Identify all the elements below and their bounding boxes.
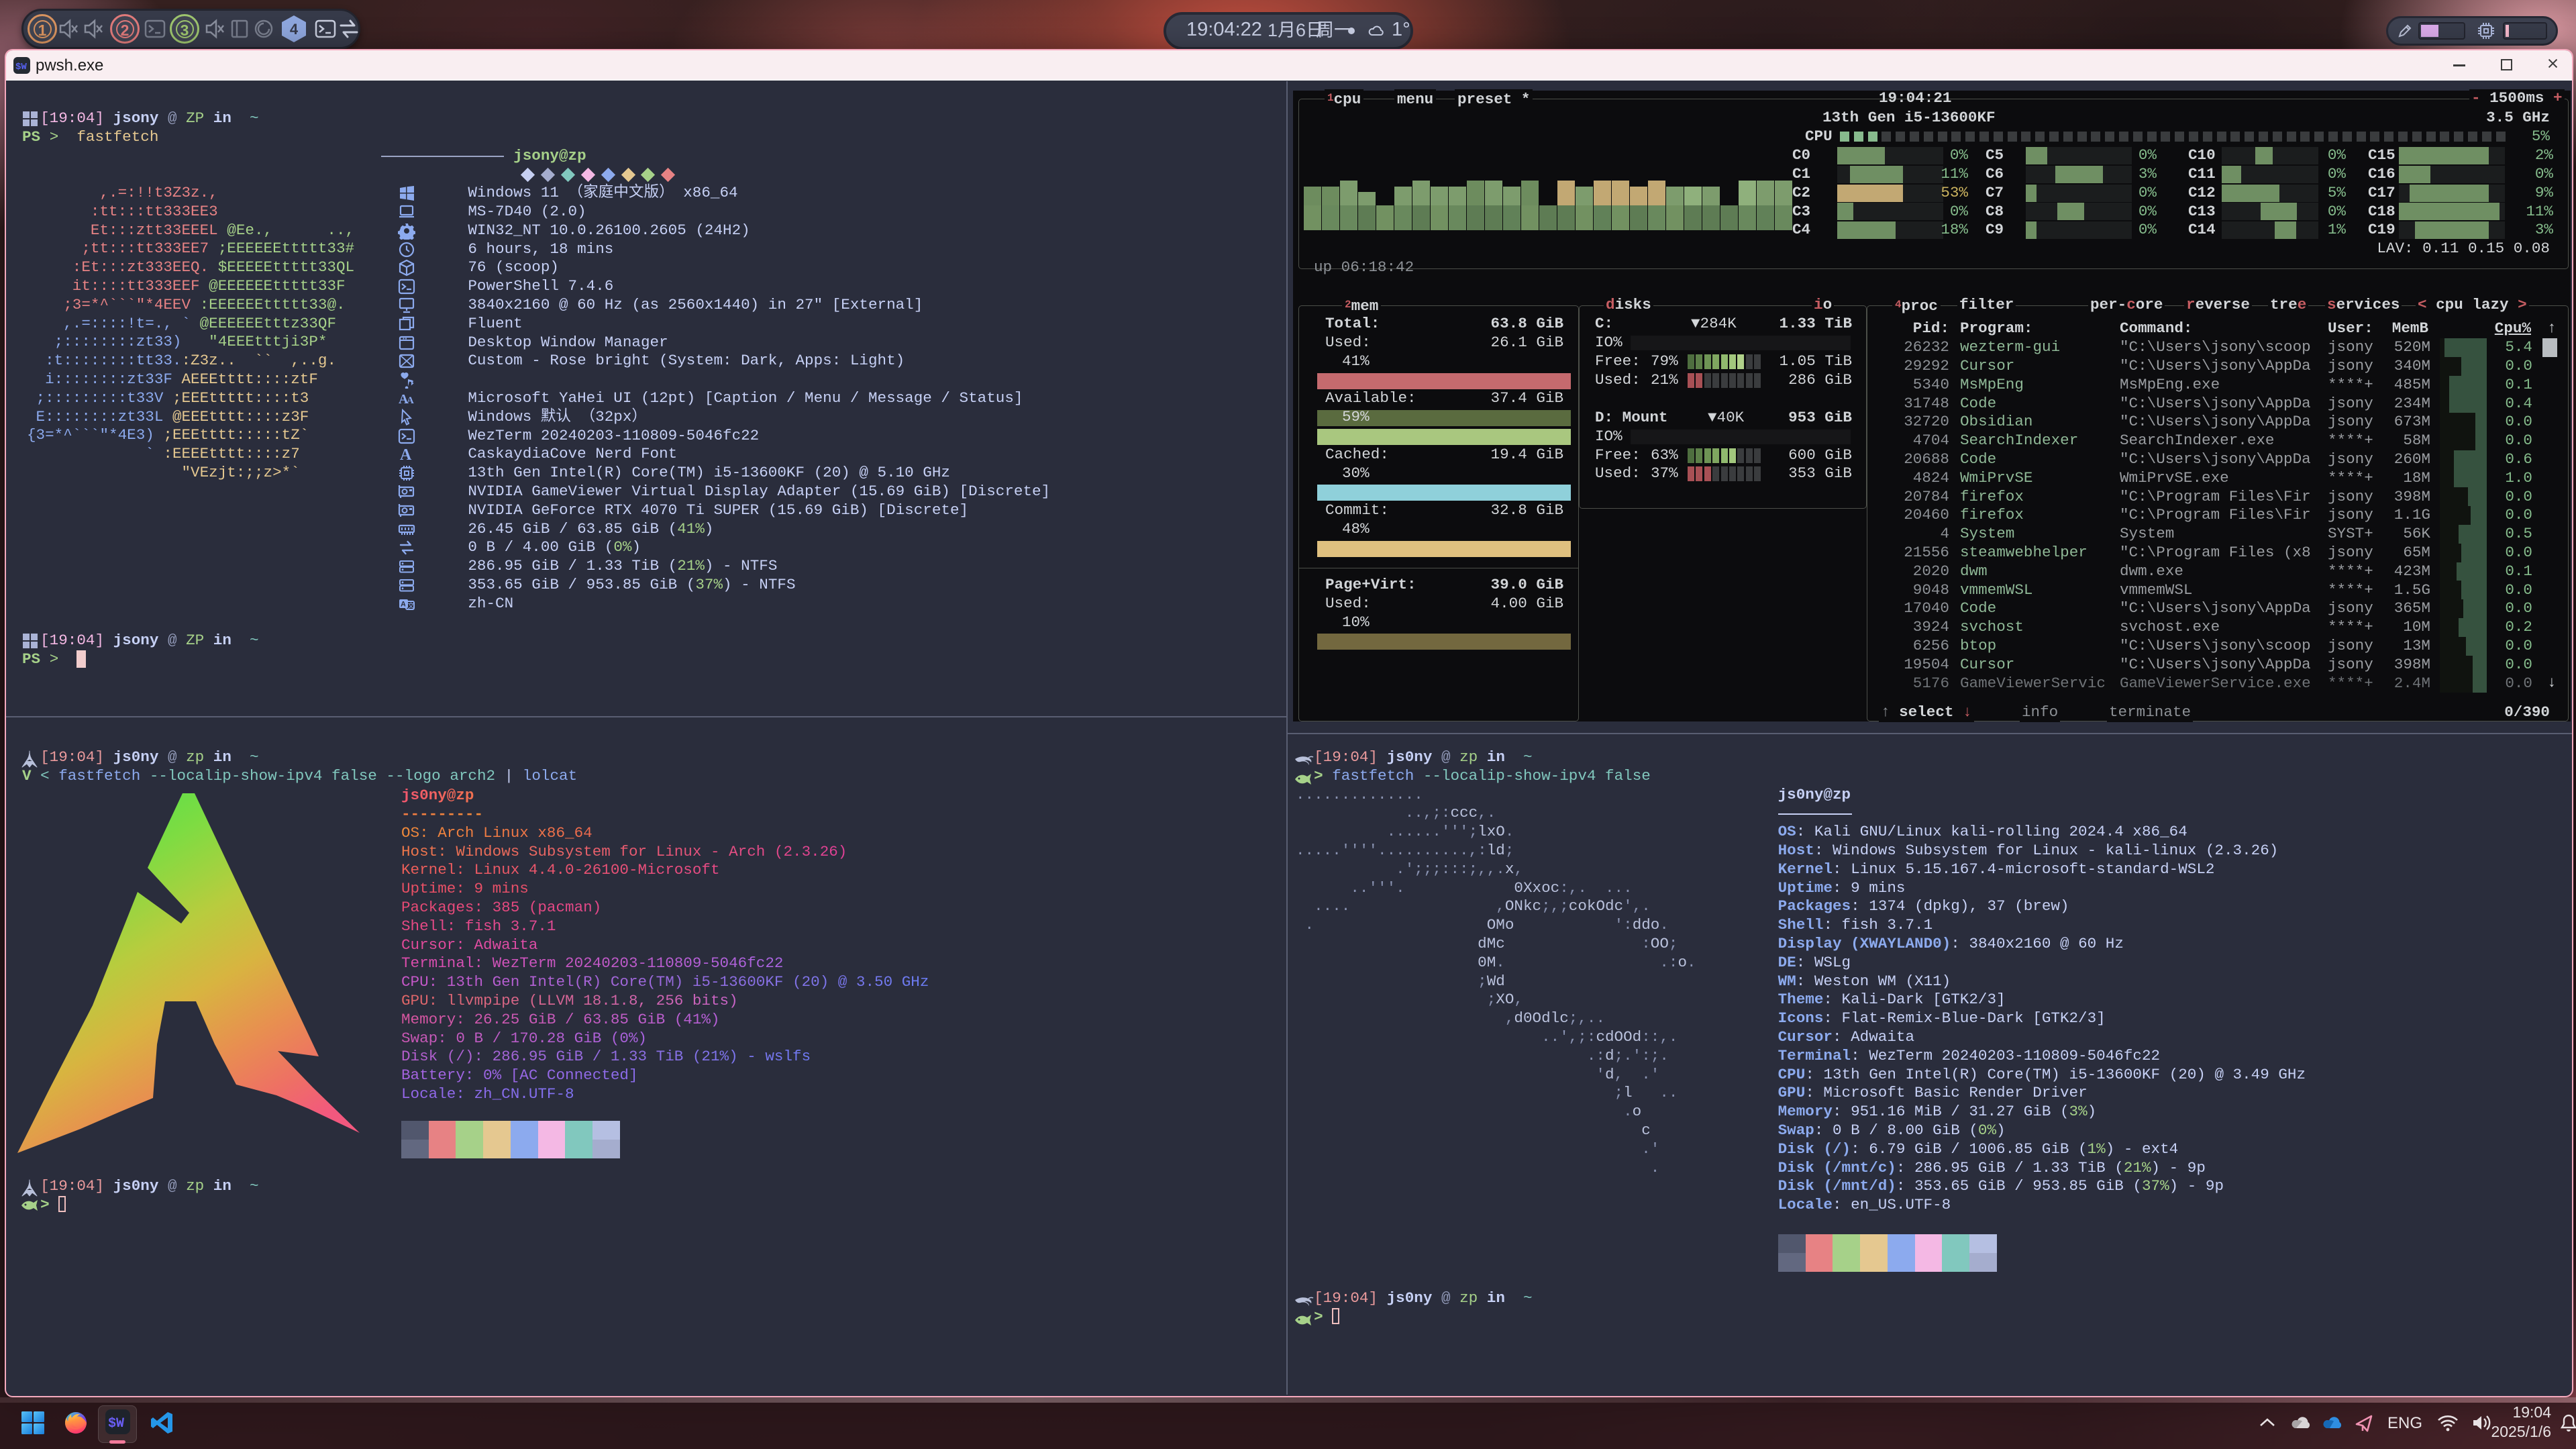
svg-text:A: A — [401, 600, 406, 608]
svg-text:$W: $W — [108, 1416, 124, 1432]
svg-text:A: A — [400, 446, 412, 463]
svg-text:A: A — [407, 395, 414, 406]
svg-text:$W: $W — [15, 62, 27, 72]
svg-text:4: 4 — [290, 21, 299, 38]
svg-text:文: 文 — [408, 601, 415, 610]
